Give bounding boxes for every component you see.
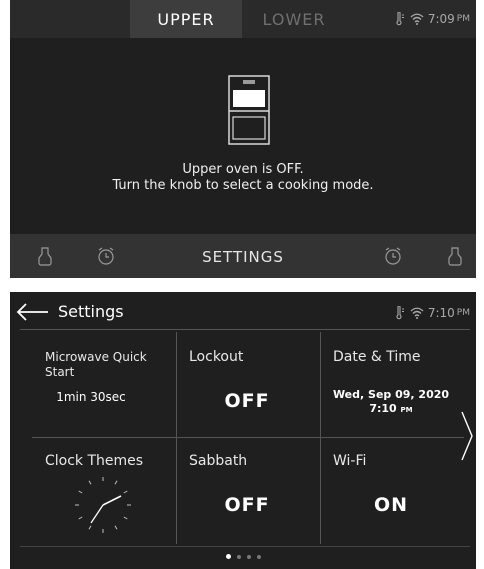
page-dot[interactable] [225, 554, 231, 559]
status-ampm: PM [456, 14, 470, 24]
oven-instruction-message: Turn the knob to select a cooking mode. [112, 178, 374, 193]
tile-clock-themes[interactable]: Clock Themes [32, 440, 174, 540]
tile-label: Clock Themes [45, 453, 144, 469]
timer-icon[interactable] [382, 245, 404, 267]
tile-date-time[interactable]: Date & Time Wed, Sep 09, 2020 7:10 PM [320, 336, 462, 436]
oven-tab-bar: UPPER LOWER 7:09 PM [10, 0, 476, 38]
tile-label: Sabbath [189, 453, 248, 469]
clock-theme-icon [75, 477, 131, 533]
grid-divider [32, 437, 464, 438]
upper-oven-screen: UPPER LOWER 7:09 PM Upper oven is OFF. T… [10, 0, 476, 278]
page-title: Settings [58, 302, 124, 321]
tile-microwave-quick-start[interactable]: Microwave Quick Start 1min 30sec [32, 336, 174, 436]
tile-lockout[interactable]: Lockout OFF [176, 336, 318, 436]
settings-header: Settings 7:10 PM [10, 292, 476, 332]
tile-wifi[interactable]: Wi-Fi ON [320, 440, 462, 540]
tile-date: Wed, Sep 09, 2020 [332, 388, 450, 401]
header-divider [20, 329, 470, 330]
tab-lower[interactable]: LOWER [242, 0, 346, 38]
status-ampm: PM [456, 308, 470, 318]
status-bar: 7:09 PM [394, 11, 470, 27]
tile-label: Lockout [189, 349, 244, 365]
status-bar: 7:10 PM [394, 305, 470, 321]
tile-value: ON [373, 494, 409, 516]
wifi-icon [410, 13, 424, 25]
tile-label: Wi-Fi [333, 453, 367, 469]
tile-label: Microwave Quick Start [45, 350, 147, 379]
tile-sabbath[interactable]: Sabbath OFF [176, 440, 318, 540]
page-dot[interactable] [236, 554, 241, 559]
settings-screen: Settings 7:10 PM Microwave Quick Start 1… [10, 292, 476, 569]
probe-icon [396, 12, 404, 26]
oven-status-message: Upper oven is OFF. [182, 162, 304, 177]
probe-icon [396, 306, 404, 320]
tile-label: Date & Time [333, 349, 421, 365]
status-time: 7:09 [427, 12, 455, 26]
page-dot[interactable] [246, 554, 251, 559]
status-time: 7:10 [427, 306, 455, 320]
oven-light-icon[interactable] [34, 245, 56, 267]
back-arrow-icon[interactable] [14, 301, 50, 323]
timer-icon[interactable] [95, 245, 117, 267]
tile-value: OFF [224, 390, 270, 412]
tile-time-ampm: PM [400, 406, 413, 414]
page-indicator [10, 554, 476, 559]
tile-time: 7:10 PM [320, 402, 462, 415]
tab-upper[interactable]: UPPER [130, 0, 242, 38]
bottom-divider [20, 546, 470, 547]
page-dot[interactable] [256, 554, 261, 559]
oven-light-icon[interactable] [444, 245, 466, 267]
tile-value: OFF [224, 494, 270, 516]
chevron-right-icon[interactable] [460, 410, 474, 462]
bottom-bar: SETTINGS [10, 234, 476, 278]
double-oven-icon [228, 75, 270, 145]
settings-button[interactable]: SETTINGS [160, 234, 326, 278]
tile-time-value: 7:10 [369, 402, 397, 415]
tile-value: 1min 30sec [56, 390, 126, 404]
wifi-icon [410, 307, 424, 319]
